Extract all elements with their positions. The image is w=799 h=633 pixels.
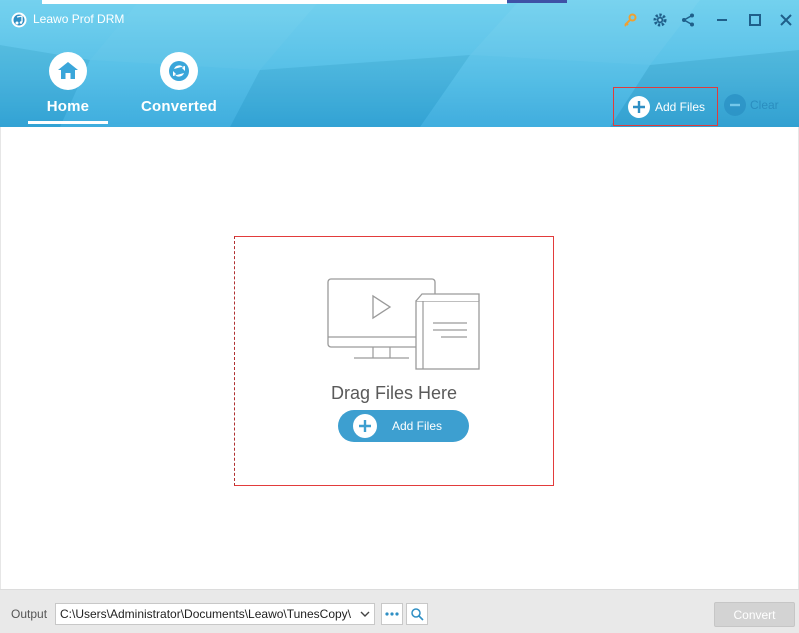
- output-path-value: C:\Users\Administrator\Documents\Leawo\T…: [60, 607, 351, 621]
- tab-home[interactable]: Home: [40, 52, 96, 127]
- drag-files-text: Drag Files Here: [330, 383, 458, 403]
- plus-icon: [628, 95, 650, 118]
- output-label: Output: [11, 607, 48, 621]
- more-icon: [385, 612, 399, 616]
- share-icon[interactable]: [678, 10, 698, 30]
- home-icon: [49, 52, 87, 90]
- chevron-down-icon[interactable]: [356, 604, 374, 624]
- drop-zone[interactable]: Drag Files Here Add Files: [234, 236, 554, 486]
- clear-button[interactable]: Clear: [724, 94, 779, 116]
- clear-label: Clear: [750, 98, 779, 112]
- add-files-label: Add Files: [655, 99, 706, 114]
- active-tab-indicator: [28, 121, 108, 124]
- tab-home-label: Home: [46, 98, 90, 115]
- plus-icon: [353, 414, 377, 438]
- gear-icon[interactable]: [650, 10, 670, 30]
- title-stripe-accent: [507, 0, 567, 3]
- output-path-select[interactable]: C:\Users\Administrator\Documents\Leawo\T…: [55, 603, 375, 625]
- add-files-button[interactable]: Add Files: [613, 87, 718, 126]
- media-files-illustration: [327, 278, 480, 370]
- open-folder-button[interactable]: [406, 603, 428, 625]
- search-icon: [411, 608, 424, 621]
- tab-converted-label: Converted: [141, 98, 217, 115]
- app-title: Leawo Prof DRM: [33, 12, 125, 26]
- minus-icon: [724, 94, 746, 116]
- browse-folder-button[interactable]: [381, 603, 403, 625]
- header: Leawo Prof DRM Home Converted Add Files …: [0, 0, 799, 127]
- convert-button[interactable]: Convert: [714, 602, 795, 627]
- dropzone-add-files-button[interactable]: Add Files: [338, 410, 469, 442]
- maximize-icon[interactable]: [745, 10, 765, 30]
- app-window: Leawo Prof DRM Home Converted Add Files …: [0, 0, 799, 633]
- title-bar: Leawo Prof DRM: [0, 0, 799, 40]
- footer-bar: Output C:\Users\Administrator\Documents\…: [0, 589, 799, 633]
- dropzone-add-files-label: Add Files: [392, 419, 443, 433]
- minimize-icon[interactable]: [712, 10, 732, 30]
- title-stripe: [42, 0, 507, 4]
- close-icon[interactable]: [776, 10, 796, 30]
- app-logo-icon: [11, 12, 27, 28]
- tab-converted[interactable]: Converted: [134, 52, 224, 127]
- key-icon[interactable]: [620, 10, 640, 30]
- refresh-icon: [160, 52, 198, 90]
